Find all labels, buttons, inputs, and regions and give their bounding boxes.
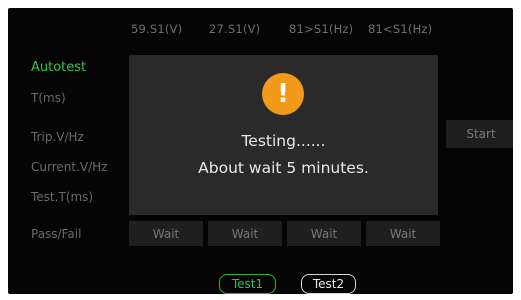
column-header-27-s1: 27.S1(V): [209, 22, 261, 36]
column-header-81-over: 81>S1(Hz): [289, 22, 354, 36]
warning-icon: !: [262, 73, 304, 115]
autotest-title: Autotest: [31, 60, 87, 75]
pass-fail-cell: Wait: [366, 221, 440, 246]
row-label-pass-fail: Pass/Fail: [31, 227, 82, 241]
pass-fail-cell: Wait: [208, 221, 282, 246]
testing-dialog: ! Testing...... About wait 5 minutes.: [129, 55, 438, 215]
autotest-screen: 59.S1(V) 27.S1(V) 81>S1(Hz) 81<S1(Hz) Au…: [8, 8, 513, 294]
start-button[interactable]: Start: [446, 120, 513, 148]
row-label-t-ms: T(ms): [31, 91, 66, 105]
column-header-59-s1: 59.S1(V): [131, 22, 183, 36]
pass-fail-cell: Wait: [129, 221, 203, 246]
row-label-test-t: Test.T(ms): [31, 190, 94, 204]
dialog-status-text: Testing......: [241, 132, 326, 150]
pass-fail-cell: Wait: [287, 221, 361, 246]
column-header-81-under: 81<S1(Hz): [368, 22, 433, 36]
dialog-wait-text: About wait 5 minutes.: [198, 159, 369, 177]
tab-test1[interactable]: Test1: [219, 274, 276, 294]
row-label-trip: Trip.V/Hz: [31, 130, 84, 144]
tab-test2[interactable]: Test2: [301, 274, 356, 294]
row-label-current: Current.V/Hz: [31, 160, 108, 174]
